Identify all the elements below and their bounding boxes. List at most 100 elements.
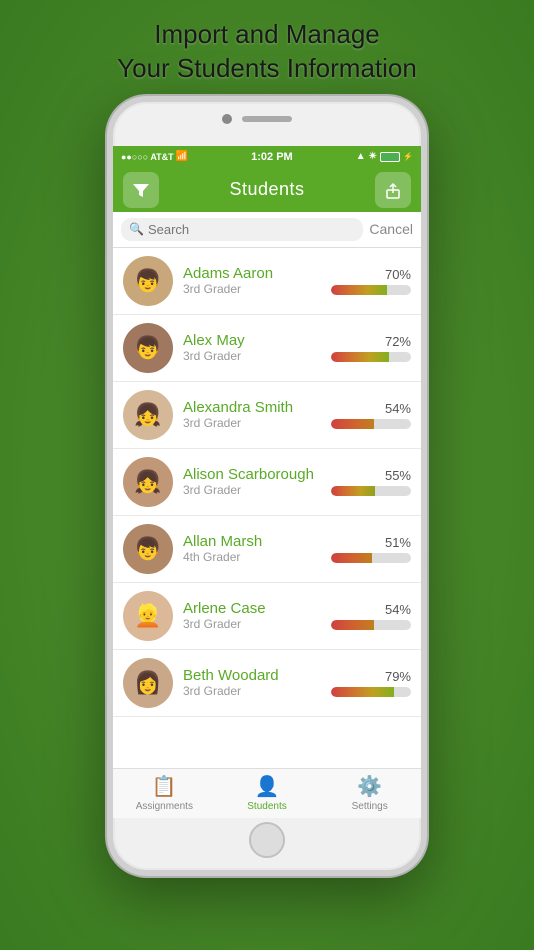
score-bar-fill xyxy=(331,687,394,697)
student-avatar: 👦 xyxy=(123,256,173,306)
student-score: 54% xyxy=(331,602,411,630)
assignments-tab-label: Assignments xyxy=(136,801,193,812)
student-score: 72% xyxy=(331,334,411,362)
student-grade: 3rd Grader xyxy=(183,684,321,698)
student-avatar: 👦 xyxy=(123,524,173,574)
student-info: Allan Marsh 4th Grader xyxy=(183,533,321,564)
student-avatar: 👧 xyxy=(123,390,173,440)
search-magnifier-icon: 🔍 xyxy=(129,222,144,236)
score-bar xyxy=(331,419,411,429)
student-score: 55% xyxy=(331,468,411,496)
phone-home-button[interactable] xyxy=(249,822,285,858)
status-bar: ●●○○○ AT&T 📶 1:02 PM ▲ ✴ ⚡ xyxy=(113,146,421,168)
score-bar xyxy=(331,285,411,295)
student-list: 👦 Adams Aaron 3rd Grader 70% 👦 Alex May … xyxy=(113,248,421,768)
score-bar-fill xyxy=(331,285,387,295)
score-bar-fill xyxy=(331,620,374,630)
student-name: Adams Aaron xyxy=(183,265,321,282)
cancel-button[interactable]: Cancel xyxy=(369,221,413,237)
score-percent: 54% xyxy=(385,602,411,617)
students-tab-icon: 👤 xyxy=(255,774,280,799)
page-header: Import and Manage Your Students Informat… xyxy=(97,0,437,96)
student-score: 54% xyxy=(331,401,411,429)
status-left: ●●○○○ AT&T 📶 xyxy=(121,151,188,162)
student-list-item[interactable]: 👩 Beth Woodard 3rd Grader 79% xyxy=(113,650,421,717)
wifi-icon: 📶 xyxy=(176,151,188,162)
student-info: Adams Aaron 3rd Grader xyxy=(183,265,321,296)
student-info: Arlene Case 3rd Grader xyxy=(183,600,321,631)
score-bar-fill xyxy=(331,419,374,429)
status-right: ▲ ✴ ⚡ xyxy=(356,151,413,162)
filter-button[interactable] xyxy=(123,172,159,208)
student-list-item[interactable]: 👦 Allan Marsh 4th Grader 51% xyxy=(113,516,421,583)
student-info: Alex May 3rd Grader xyxy=(183,332,321,363)
phone-camera xyxy=(222,114,232,124)
search-input[interactable] xyxy=(148,222,355,237)
score-bar-fill xyxy=(331,553,372,563)
tab-assignments[interactable]: 📋 Assignments xyxy=(113,770,216,816)
phone-screen: ●●○○○ AT&T 📶 1:02 PM ▲ ✴ ⚡ Students xyxy=(113,146,421,818)
student-avatar: 👩 xyxy=(123,658,173,708)
filter-icon xyxy=(131,180,151,200)
battery-icon xyxy=(380,152,400,162)
battery-charge-icon: ⚡ xyxy=(403,152,413,161)
score-bar xyxy=(331,620,411,630)
status-time: 1:02 PM xyxy=(251,151,293,163)
student-name: Alexandra Smith xyxy=(183,399,321,416)
student-avatar: 👧 xyxy=(123,457,173,507)
student-info: Alison Scarborough 3rd Grader xyxy=(183,466,321,497)
score-percent: 51% xyxy=(385,535,411,550)
location-icon: ▲ xyxy=(356,151,366,162)
student-name: Alison Scarborough xyxy=(183,466,321,483)
phone-frame: ●●○○○ AT&T 📶 1:02 PM ▲ ✴ ⚡ Students xyxy=(107,96,427,876)
tab-bar: 📋 Assignments 👤 Students ⚙️ Settings xyxy=(113,768,421,818)
phone-speaker xyxy=(242,116,292,122)
score-bar xyxy=(331,553,411,563)
student-list-item[interactable]: 👧 Alexandra Smith 3rd Grader 54% xyxy=(113,382,421,449)
students-tab-label: Students xyxy=(247,801,286,812)
tab-students[interactable]: 👤 Students xyxy=(216,770,319,816)
nav-bar: Students xyxy=(113,168,421,212)
student-list-item[interactable]: 👦 Alex May 3rd Grader 72% xyxy=(113,315,421,382)
score-bar xyxy=(331,486,411,496)
student-info: Beth Woodard 3rd Grader xyxy=(183,667,321,698)
bluetooth-icon: ✴ xyxy=(369,151,377,162)
settings-tab-icon: ⚙️ xyxy=(357,774,382,799)
score-bar-fill xyxy=(331,352,389,362)
header-title: Import and Manage Your Students Informat… xyxy=(117,18,417,86)
search-input-wrap: 🔍 xyxy=(121,218,363,241)
student-grade: 4th Grader xyxy=(183,550,321,564)
student-avatar: 👱 xyxy=(123,591,173,641)
student-name: Arlene Case xyxy=(183,600,321,617)
student-score: 51% xyxy=(331,535,411,563)
score-percent: 54% xyxy=(385,401,411,416)
score-percent: 72% xyxy=(385,334,411,349)
assignments-tab-icon: 📋 xyxy=(152,774,177,799)
student-list-item[interactable]: 👦 Adams Aaron 3rd Grader 70% xyxy=(113,248,421,315)
student-score: 70% xyxy=(331,267,411,295)
student-grade: 3rd Grader xyxy=(183,416,321,430)
student-info: Alexandra Smith 3rd Grader xyxy=(183,399,321,430)
student-name: Alex May xyxy=(183,332,321,349)
search-bar: 🔍 Cancel xyxy=(113,212,421,248)
student-grade: 3rd Grader xyxy=(183,349,321,363)
tab-settings[interactable]: ⚙️ Settings xyxy=(318,770,421,816)
student-grade: 3rd Grader xyxy=(183,483,321,497)
student-name: Beth Woodard xyxy=(183,667,321,684)
student-list-item[interactable]: 👱 Arlene Case 3rd Grader 54% xyxy=(113,583,421,650)
student-list-item[interactable]: 👧 Alison Scarborough 3rd Grader 55% xyxy=(113,449,421,516)
share-icon xyxy=(383,180,403,200)
carrier-text: ●●○○○ AT&T xyxy=(121,152,174,162)
settings-tab-label: Settings xyxy=(352,801,388,812)
nav-title: Students xyxy=(229,179,304,200)
score-bar xyxy=(331,687,411,697)
share-button[interactable] xyxy=(375,172,411,208)
student-grade: 3rd Grader xyxy=(183,282,321,296)
student-grade: 3rd Grader xyxy=(183,617,321,631)
student-avatar: 👦 xyxy=(123,323,173,373)
score-percent: 55% xyxy=(385,468,411,483)
score-bar-fill xyxy=(331,486,375,496)
score-percent: 70% xyxy=(385,267,411,282)
score-percent: 79% xyxy=(385,669,411,684)
student-score: 79% xyxy=(331,669,411,697)
